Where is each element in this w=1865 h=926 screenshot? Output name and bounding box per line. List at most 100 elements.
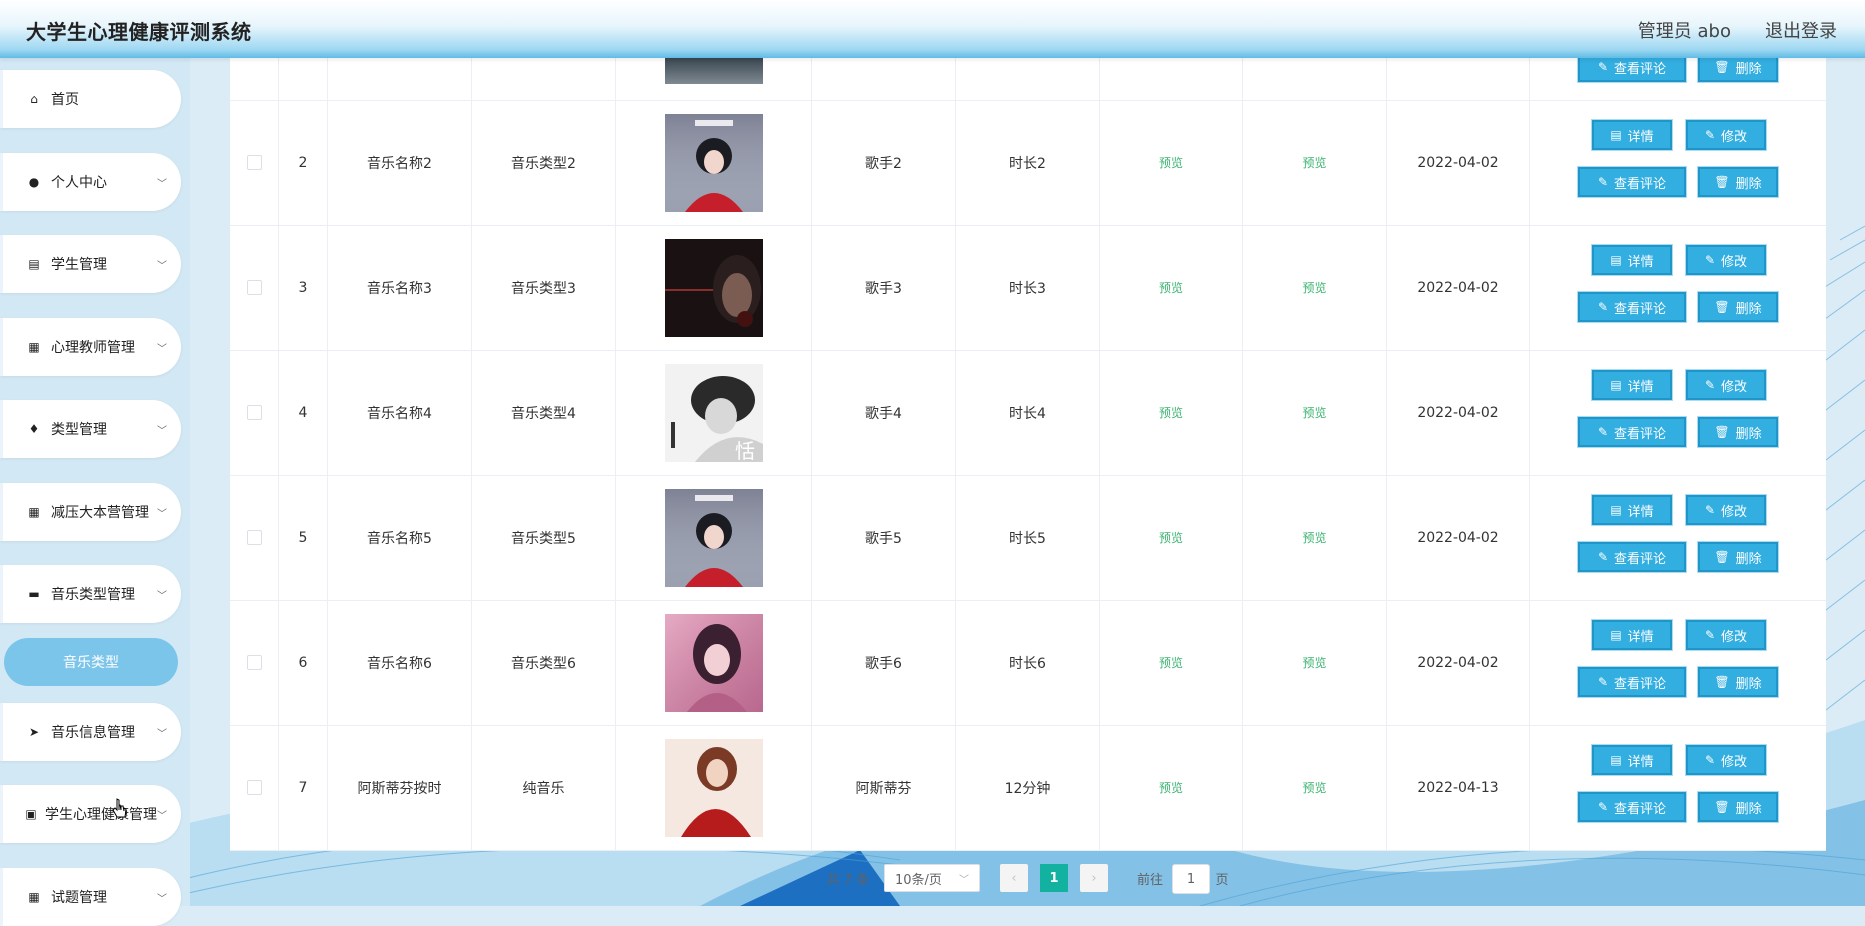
current-user-label: 管理员 abo	[1637, 21, 1731, 42]
grid-icon: ▦	[28, 340, 40, 354]
music-type: 音乐类型6	[511, 655, 576, 672]
preview-link[interactable]: 预览	[1159, 279, 1183, 296]
date: 2022-04-02	[1417, 404, 1499, 421]
row-checkbox[interactable]	[246, 280, 262, 295]
detail-button[interactable]: ▤ 详情	[1592, 620, 1672, 650]
edit-button[interactable]: ✎ 修改	[1686, 245, 1766, 275]
detail-button[interactable]: ▤ 详情	[1592, 495, 1672, 525]
sidebar: ⌂ 首页 ● 个人中心 ﹀ ▤ 学生管理 ﹀ ▦ 心理教师管理 ﹀ ♦ 类型管理…	[0, 58, 190, 926]
sidebar-item-music-info[interactable]: ➤ 音乐信息管理 ﹀	[0, 703, 181, 761]
view-comments-button[interactable]: ✎ 查看评论	[1578, 167, 1686, 197]
preview-link[interactable]: 预览	[1159, 404, 1183, 421]
sidebar-item-relief-camp[interactable]: ▦ 减压大本营管理 ﹀	[0, 483, 181, 541]
goto-label: 前往	[1136, 872, 1163, 888]
edit-icon: ✎	[1704, 503, 1716, 517]
preview-link[interactable]: 预览	[1302, 529, 1326, 546]
sidebar-item-music-types[interactable]: ▬ 音乐类型管理 ﹀	[0, 565, 181, 623]
document-icon: ▤	[1610, 628, 1622, 642]
delete-button[interactable]: 🗑 删除	[1698, 542, 1778, 572]
row-checkbox[interactable]	[246, 655, 262, 670]
edit-icon: ✎	[1597, 300, 1609, 314]
sidebar-item-types[interactable]: ♦ 类型管理 ﹀	[0, 400, 181, 458]
table-row: 3 音乐名称3 音乐类型3 歌手3 时长3 预览 预览 2022-04-02 ▤ 详情 ✎ 修改 ✎ 查看…	[230, 225, 1826, 351]
app-title: 大学生心理健康评测系统	[26, 20, 252, 44]
next-page-button[interactable]: ›	[1080, 864, 1108, 892]
table-row: 4 音乐名称4 音乐类型4 恬 歌手4 时长4 预览 预览 2022-04-02 ▤ 详情 ✎ 修改 ✎ 查…	[230, 350, 1826, 476]
clipboard-icon: ▤	[28, 257, 40, 271]
date: 2022-04-02	[1417, 654, 1499, 671]
edit-button[interactable]: ✎ 修改	[1686, 370, 1766, 400]
table-row: 6 音乐名称6 音乐类型6 歌手6 时长6 预览 预览 2022-04-02 ▤ 详情 ✎ 修改 ✎ 查看…	[230, 600, 1826, 726]
edit-button[interactable]: ✎ 修改	[1686, 745, 1766, 775]
delete-button[interactable]: 🗑 删除	[1698, 792, 1778, 822]
duration: 时长4	[1009, 405, 1046, 422]
view-comments-button[interactable]: ✎ 查看评论	[1578, 792, 1686, 822]
preview-link[interactable]: 预览	[1302, 654, 1326, 671]
preview-link[interactable]: 预览	[1159, 779, 1183, 796]
goto-page-input[interactable]: 1	[1172, 864, 1210, 894]
sidebar-item-home[interactable]: ⌂ 首页	[0, 70, 181, 128]
chevron-down-icon: ﹀	[157, 425, 167, 437]
logout-link[interactable]: 退出登录	[1765, 17, 1837, 43]
preview-link[interactable]: 预览	[1302, 404, 1326, 421]
row-checkbox[interactable]	[246, 405, 262, 420]
sidebar-item-label: 音乐类型管理	[51, 587, 135, 603]
sidebar-item-personal-center[interactable]: ● 个人中心 ﹀	[0, 153, 181, 211]
date: 2022-04-13	[1417, 779, 1499, 796]
view-comments-button[interactable]: ✎ 查看评论	[1578, 542, 1686, 572]
row-index: 2	[298, 154, 308, 171]
row-checkbox[interactable]	[246, 780, 262, 795]
table-row: 2 音乐名称2 音乐类型2 歌手2 时长2 预览 预览 2022-04-02 ▤ 详情 ✎ 修改 ✎ 查看…	[230, 100, 1826, 226]
sidebar-item-teachers[interactable]: ▦ 心理教师管理 ﹀	[0, 318, 181, 376]
chevron-right-icon: ›	[1091, 870, 1097, 886]
detail-button[interactable]: ▤ 详情	[1592, 745, 1672, 775]
pagination-total: 共 7 条	[826, 872, 870, 888]
view-comments-button[interactable]: ✎ 查看评论	[1578, 417, 1686, 447]
album-cover-image	[664, 113, 763, 212]
preview-link[interactable]: 预览	[1159, 529, 1183, 546]
edit-icon: ✎	[1704, 253, 1716, 267]
date: 2022-04-02	[1417, 154, 1499, 171]
view-comments-button[interactable]: ✎ 查看评论	[1578, 292, 1686, 322]
row-index: 3	[298, 279, 308, 296]
delete-button[interactable]: 🗑 删除	[1698, 292, 1778, 322]
trash-icon: 🗑	[1714, 800, 1730, 814]
submenu-item-music-type[interactable]: 音乐类型	[4, 638, 178, 686]
detail-button[interactable]: ▤ 详情	[1592, 370, 1672, 400]
send-icon: ➤	[28, 725, 40, 739]
detail-button[interactable]: ▤ 详情	[1592, 245, 1672, 275]
preview-link[interactable]: 预览	[1302, 154, 1326, 171]
document-icon: ▤	[1610, 378, 1622, 392]
edit-button[interactable]: ✎ 修改	[1686, 120, 1766, 150]
page-number-1[interactable]: 1	[1040, 864, 1068, 892]
preview-link[interactable]: 预览	[1159, 654, 1183, 671]
preview-link[interactable]: 预览	[1302, 279, 1326, 296]
row-checkbox[interactable]	[246, 530, 262, 545]
music-name: 音乐名称6	[367, 655, 432, 672]
singer: 歌手2	[865, 155, 902, 172]
sidebar-item-students[interactable]: ▤ 学生管理 ﹀	[0, 235, 181, 293]
edit-icon: ✎	[1704, 753, 1716, 767]
delete-button[interactable]: 🗑 删除	[1698, 167, 1778, 197]
duration: 时长5	[1009, 530, 1046, 547]
edit-button[interactable]: ✎ 修改	[1686, 495, 1766, 525]
edit-button[interactable]: ✎ 修改	[1686, 620, 1766, 650]
delete-button[interactable]: 🗑 删除	[1698, 417, 1778, 447]
trash-icon: 🗑	[1714, 675, 1730, 689]
detail-button[interactable]: ▤ 详情	[1592, 120, 1672, 150]
view-comments-button[interactable]: ✎ 查看评论	[1578, 667, 1686, 697]
row-index: 7	[298, 779, 308, 796]
delete-button[interactable]: 🗑 删除	[1698, 667, 1778, 697]
edit-icon: ✎	[1597, 175, 1609, 189]
album-cover-image	[664, 738, 763, 837]
row-checkbox[interactable]	[246, 155, 262, 170]
page-size-select[interactable]: 10条/页 ﹀	[884, 864, 980, 892]
preview-link[interactable]: 预览	[1159, 154, 1183, 171]
music-name: 音乐名称2	[367, 155, 432, 172]
sidebar-item-label: 减压大本营管理	[51, 505, 149, 521]
prev-page-button[interactable]: ‹	[1000, 864, 1028, 892]
album-cover-image	[664, 613, 763, 712]
preview-link[interactable]: 预览	[1302, 779, 1326, 796]
edit-icon: ✎	[1704, 378, 1716, 392]
sidebar-item-mental-health[interactable]: ▣ 学生心理健康管理 ﹀	[0, 785, 181, 843]
